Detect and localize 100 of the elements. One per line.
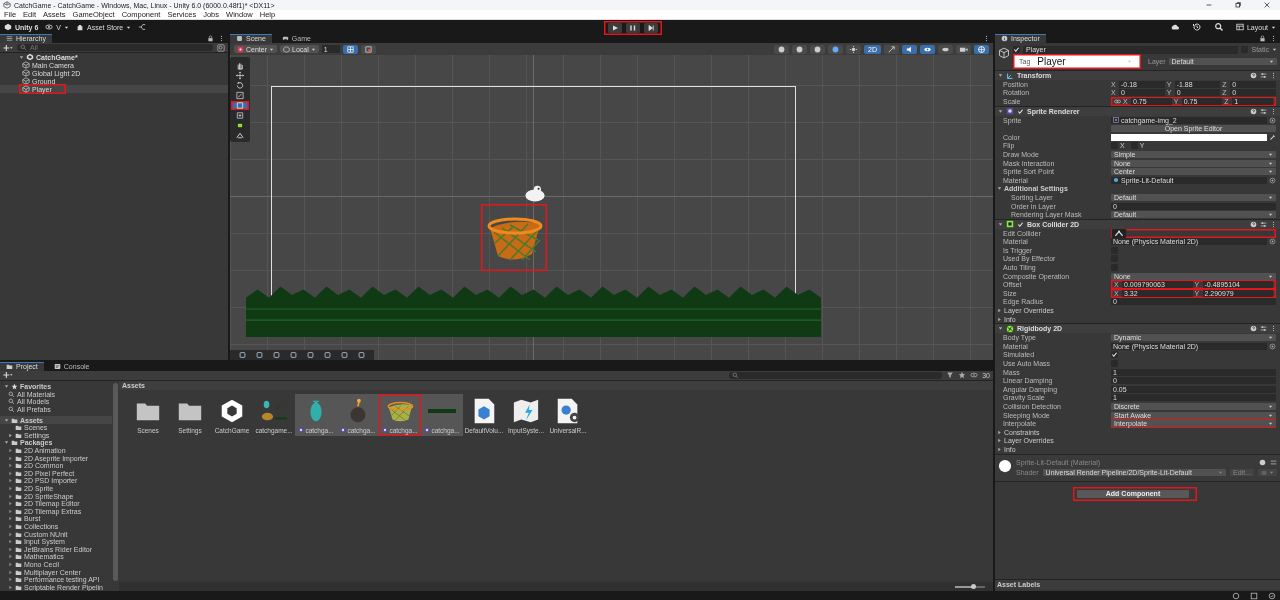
search-icon[interactable]	[1213, 22, 1224, 32]
checkbox[interactable]	[1111, 351, 1118, 359]
globe-icon[interactable]	[974, 44, 989, 54]
sprite-renderer-icon	[1006, 107, 1014, 116]
help-icon[interactable]	[1250, 325, 1257, 333]
overlay-tool-icon[interactable]	[270, 350, 283, 359]
preset-icon[interactable]	[1270, 459, 1277, 467]
cube-icon	[283, 45, 290, 53]
audio-toggle-icon[interactable]	[902, 44, 917, 54]
step-button[interactable]	[643, 23, 659, 33]
star-icon[interactable]	[958, 371, 967, 380]
status-icon[interactable]	[1232, 591, 1240, 600]
camera-icon[interactable]	[956, 44, 971, 54]
expand-arrow-icon[interactable]	[4, 384, 9, 390]
caret-icon	[126, 24, 132, 30]
check-icon	[1017, 220, 1024, 228]
eye-icon	[45, 23, 54, 31]
link-icon[interactable]	[1114, 98, 1121, 105]
cloud-icon[interactable]	[1169, 22, 1180, 32]
eye-icon[interactable]	[970, 371, 979, 380]
more-icon[interactable]	[1270, 325, 1277, 333]
add-icon[interactable]	[3, 370, 13, 381]
overlay-tool-icon[interactable]	[253, 350, 266, 359]
pause-button[interactable]	[625, 23, 641, 33]
overlay-tool-icon[interactable]	[338, 350, 351, 359]
rect-tool-icon[interactable]	[231, 101, 249, 110]
sprite-icon	[340, 427, 347, 434]
increment-snap-icon[interactable]	[360, 44, 376, 54]
active-checkbox[interactable]	[1013, 46, 1020, 53]
more-icon[interactable]	[983, 35, 990, 42]
play-button[interactable]	[607, 23, 623, 33]
flip-checkbox[interactable]	[1111, 142, 1118, 150]
checkbox[interactable]	[1111, 264, 1118, 272]
gizmo-sun-icon[interactable]	[846, 44, 862, 54]
restore-icon[interactable]	[1234, 1, 1242, 9]
enabled-checkbox[interactable]	[1017, 220, 1024, 228]
preset-icon[interactable]	[1260, 220, 1267, 228]
grid-snap-icon[interactable]	[342, 44, 358, 54]
more-icon[interactable]	[1270, 220, 1277, 228]
lock-icon[interactable]	[207, 35, 214, 42]
help-icon[interactable]	[1250, 107, 1257, 115]
lighting-toggle-icon[interactable]	[884, 44, 899, 54]
slider-thumb[interactable]	[970, 583, 976, 589]
eyedropper-icon[interactable]	[1269, 133, 1276, 141]
layers-icon[interactable]	[938, 44, 953, 54]
visibility-icon[interactable]	[920, 44, 935, 54]
branch-icon[interactable]	[138, 23, 147, 31]
caret-icon[interactable]	[1272, 47, 1277, 52]
add-icon[interactable]	[3, 42, 13, 53]
more-icon[interactable]	[218, 35, 225, 42]
help-icon[interactable]	[1250, 72, 1257, 79]
tag-dropdown[interactable]: Player	[1034, 58, 1135, 65]
object-picker-icon[interactable]	[1269, 342, 1276, 350]
check-icon	[1111, 351, 1118, 359]
overlay-tool-icon[interactable]	[236, 350, 249, 359]
overlay-tool-icon[interactable]	[321, 350, 334, 359]
overlay-tool-icon[interactable]	[304, 350, 317, 359]
caret-icon	[1218, 470, 1224, 476]
object-picker-icon[interactable]	[1269, 238, 1276, 246]
render-mode-icon[interactable]	[828, 44, 844, 54]
selection-box[interactable]	[481, 204, 547, 271]
edit-collider-button[interactable]	[1111, 228, 1127, 238]
lock-icon[interactable]	[1259, 35, 1266, 42]
preset-icon[interactable]	[1260, 107, 1267, 115]
help-icon[interactable]	[1259, 459, 1266, 467]
caret-icon	[1268, 273, 1273, 279]
console-icon	[53, 362, 61, 370]
help-icon[interactable]	[1250, 220, 1257, 228]
overlay-tool-icon[interactable]	[355, 350, 368, 359]
grass-thumbnail	[428, 408, 456, 413]
object-picker-icon[interactable]	[1269, 116, 1276, 124]
render-mode-icon[interactable]	[810, 44, 826, 54]
search-field[interactable]	[729, 371, 943, 379]
status-icon[interactable]	[1250, 591, 1258, 600]
status-icon[interactable]	[1268, 591, 1276, 600]
sprite-icon	[424, 427, 431, 434]
overlay-tool-icon[interactable]	[287, 350, 300, 359]
close-icon[interactable]	[1263, 1, 1271, 9]
expand-arrow-icon[interactable]	[4, 417, 9, 423]
zoom-slider-track[interactable]	[955, 585, 985, 588]
expand-arrow-icon[interactable]	[19, 54, 24, 60]
preset-icon[interactable]	[1260, 72, 1267, 79]
tree-scrollbar[interactable]	[113, 382, 118, 581]
object-picker-icon[interactable]	[1269, 176, 1276, 184]
caret-icon	[1268, 335, 1273, 341]
enabled-checkbox[interactable]	[1017, 107, 1024, 115]
pivot-icon	[237, 45, 244, 53]
more-icon[interactable]	[1270, 72, 1277, 79]
caret-icon	[1268, 194, 1273, 200]
color-swatch[interactable]	[1111, 133, 1267, 141]
preset-icon[interactable]	[1260, 325, 1267, 333]
flip-checkbox[interactable]	[1130, 142, 1138, 150]
cube-icon	[998, 47, 1010, 59]
more-icon[interactable]	[1270, 35, 1277, 42]
render-mode-icon[interactable]	[774, 44, 790, 54]
caret-icon	[1269, 470, 1274, 476]
more-icon[interactable]	[1270, 107, 1277, 115]
render-mode-icon[interactable]	[792, 44, 808, 54]
grid-icon	[236, 35, 243, 42]
history-icon[interactable]	[1191, 22, 1202, 32]
